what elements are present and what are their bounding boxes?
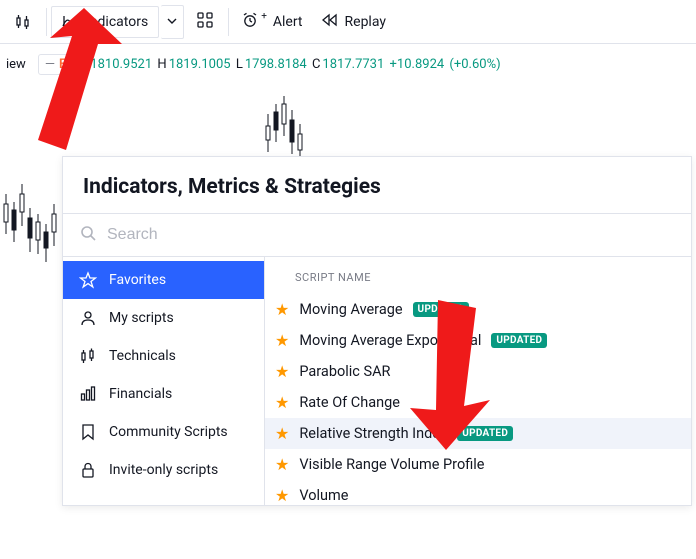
sidebar-item-financials[interactable]: Financials <box>63 375 264 413</box>
script-label: Rate Of Change <box>299 394 400 411</box>
toolbar-separator <box>228 8 229 36</box>
sidebar-item-label: My scripts <box>109 310 174 326</box>
symbol-hint: E <box>59 57 66 72</box>
ohlc-bar: iew — E O1810.9521 H1819.1005 L1798.8184… <box>0 44 696 84</box>
top-toolbar: Indicators + Alert Replay <box>0 0 696 44</box>
sidebar-item-invite-only[interactable]: Invite-only scripts <box>63 451 264 489</box>
star-icon[interactable]: ★ <box>275 364 289 380</box>
script-row[interactable]: ★ Moving Average UPDATED <box>265 294 691 325</box>
alarm-icon <box>241 11 259 33</box>
script-list: SCRIPT NAME ★ Moving Average UPDATED ★ Movin… <box>265 257 691 505</box>
updated-badge: UPDATED <box>457 426 513 441</box>
star-icon[interactable]: ★ <box>275 488 289 504</box>
script-label: Moving Average Exponential <box>299 332 481 349</box>
script-label: Parabolic SAR <box>299 363 390 380</box>
star-icon[interactable]: ★ <box>275 333 289 349</box>
script-row[interactable]: ★ Parabolic SAR <box>265 356 691 387</box>
dialog-title: Indicators, Metrics & Strategies <box>63 157 691 213</box>
script-row[interactable]: ★ Rate Of Change <box>265 387 691 418</box>
chart-style-button[interactable] <box>4 7 42 37</box>
script-row[interactable]: ★ Volume <box>265 480 691 505</box>
minus-icon: — <box>45 57 55 72</box>
sidebar-item-label: Invite-only scripts <box>109 462 218 478</box>
script-label: Moving Average <box>299 301 402 318</box>
star-outline-icon <box>79 271 97 289</box>
alert-label: Alert <box>273 14 303 30</box>
search-icon <box>79 224 97 246</box>
templates-button[interactable] <box>186 5 224 39</box>
alert-button[interactable]: + Alert <box>233 5 310 39</box>
sidebar-item-community[interactable]: Community Scripts <box>63 413 264 451</box>
replay-button[interactable]: Replay <box>313 5 394 39</box>
dialog-sidebar: Favorites My scripts Technicals Financials C… <box>63 257 265 505</box>
indicators-dropdown-button[interactable] <box>161 5 184 39</box>
script-list-header: SCRIPT NAME <box>265 257 691 294</box>
sidebar-item-my-scripts[interactable]: My scripts <box>63 299 264 337</box>
star-icon[interactable]: ★ <box>275 457 289 473</box>
script-row[interactable]: ★ Visible Range Volume Profile <box>265 449 691 480</box>
star-icon[interactable]: ★ <box>275 302 289 318</box>
bookmark-icon <box>79 423 97 441</box>
replay-label: Replay <box>345 14 386 30</box>
bars-icon <box>79 385 97 403</box>
sidebar-item-label: Technicals <box>109 348 176 364</box>
indicators-button[interactable]: Indicators <box>51 6 159 38</box>
dialog-search[interactable] <box>63 213 691 257</box>
plus-icon: + <box>261 11 267 22</box>
indicators-icon <box>62 13 80 31</box>
rewind-icon <box>321 11 339 33</box>
indicators-label: Indicators <box>86 14 148 30</box>
script-label: Volume <box>299 487 348 504</box>
script-label: Visible Range Volume Profile <box>299 456 484 473</box>
symbol-visibility-button[interactable]: — E <box>38 54 74 75</box>
star-icon[interactable]: ★ <box>275 426 289 442</box>
script-row[interactable]: ★ Moving Average Exponential UPDATED <box>265 325 691 356</box>
updated-badge: UPDATED <box>491 333 547 348</box>
sidebar-item-label: Favorites <box>109 272 166 288</box>
script-label: Relative Strength Index <box>299 425 447 442</box>
search-input[interactable] <box>107 226 675 244</box>
updated-badge: UPDATED <box>413 302 469 317</box>
sidebar-item-label: Financials <box>109 386 172 402</box>
person-icon <box>79 309 97 327</box>
view-label: iew <box>6 57 26 72</box>
sidebar-item-label: Community Scripts <box>109 424 228 440</box>
candles-icon <box>79 347 97 365</box>
indicators-dialog: Indicators, Metrics & Strategies Favorit… <box>62 156 692 506</box>
ohlc-values: O1810.9521 H1819.1005 L1798.8184 C1817.7… <box>79 57 502 72</box>
sidebar-item-technicals[interactable]: Technicals <box>63 337 264 375</box>
star-icon[interactable]: ★ <box>275 395 289 411</box>
chevron-down-icon <box>167 14 177 30</box>
candlestick-icon <box>14 13 32 31</box>
sidebar-item-favorites[interactable]: Favorites <box>63 261 264 299</box>
grid-icon <box>196 11 214 33</box>
script-row[interactable]: ★ Relative Strength Index UPDATED <box>265 418 691 449</box>
lock-icon <box>79 461 97 479</box>
toolbar-separator <box>46 8 47 36</box>
